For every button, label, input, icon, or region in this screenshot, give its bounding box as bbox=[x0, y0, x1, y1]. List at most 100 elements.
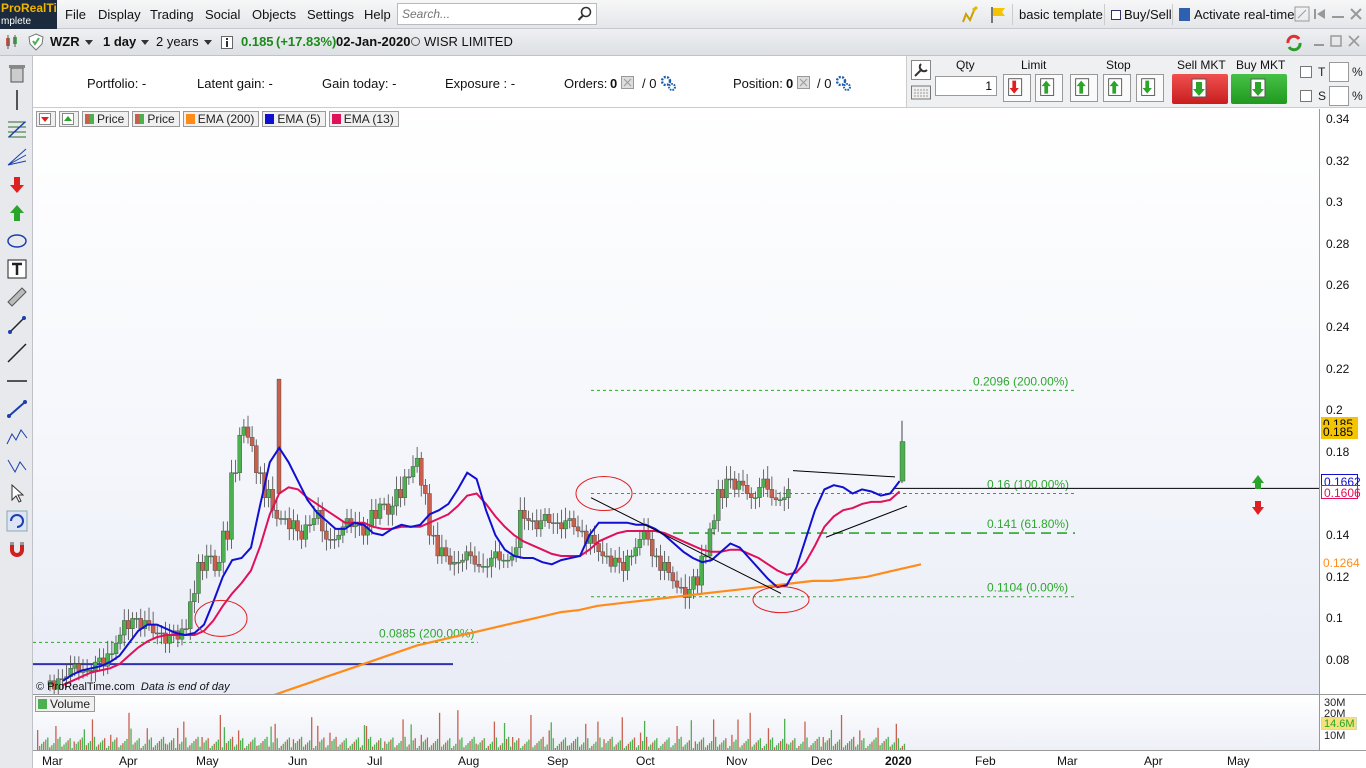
elliott-wave-icon[interactable] bbox=[6, 426, 28, 448]
pointer-icon[interactable] bbox=[6, 482, 28, 504]
channel-icon[interactable] bbox=[6, 398, 28, 420]
fan-icon[interactable] bbox=[6, 146, 28, 168]
buy-market-button[interactable] bbox=[1231, 74, 1287, 104]
drawing-pencil-icon[interactable] bbox=[960, 5, 980, 25]
legend-ema5[interactable]: EMA (5) bbox=[262, 111, 326, 127]
s-percent-input[interactable] bbox=[1329, 86, 1349, 106]
horizontal-line-icon[interactable] bbox=[6, 370, 28, 392]
price-axis[interactable]: 0.340.320.30.280.260.240.220.20.180.160.… bbox=[1319, 109, 1366, 694]
menu-display[interactable]: Display bbox=[98, 7, 141, 22]
candle-body bbox=[782, 497, 787, 500]
resize-icon[interactable] bbox=[1294, 6, 1310, 22]
segment-icon[interactable] bbox=[6, 314, 28, 336]
template-selector[interactable]: basic template bbox=[1012, 4, 1109, 25]
candle-body bbox=[196, 562, 201, 594]
t-percent-input[interactable] bbox=[1329, 62, 1349, 82]
x-tick: Jul bbox=[367, 754, 383, 768]
volume-bar bbox=[457, 710, 459, 751]
collapse-down-button[interactable] bbox=[36, 111, 56, 127]
shield-icon[interactable] bbox=[28, 33, 44, 51]
position-close-icon[interactable] bbox=[797, 76, 810, 89]
candle-body bbox=[608, 555, 614, 567]
legend-ema200[interactable]: EMA (200) bbox=[182, 111, 260, 127]
menu-trading[interactable]: Trading bbox=[150, 7, 194, 22]
search-input[interactable] bbox=[397, 3, 597, 25]
position-total: / 0 bbox=[817, 76, 832, 91]
orders-close-icon[interactable] bbox=[621, 76, 634, 89]
candle-body bbox=[208, 555, 214, 558]
volume-bar bbox=[323, 737, 325, 751]
fibonacci-icon[interactable] bbox=[6, 118, 28, 140]
search-icon[interactable] bbox=[577, 6, 593, 22]
legend-volume[interactable]: Volume bbox=[35, 696, 96, 712]
text-icon[interactable] bbox=[6, 258, 28, 280]
magnet-icon[interactable] bbox=[6, 538, 28, 560]
stop-button-2[interactable] bbox=[1103, 74, 1131, 102]
period-selector[interactable]: 1 day bbox=[103, 34, 150, 49]
info-icon[interactable] bbox=[221, 36, 233, 49]
vertical-line-icon[interactable] bbox=[6, 89, 28, 111]
collapse-up-button[interactable] bbox=[59, 111, 79, 127]
ellipse-icon[interactable] bbox=[6, 230, 28, 252]
volume-bar bbox=[91, 719, 94, 751]
volume-bar bbox=[426, 737, 429, 751]
x-tick: Feb bbox=[975, 754, 996, 768]
candle-body bbox=[625, 555, 630, 571]
ticker-selector[interactable]: WZR bbox=[50, 34, 93, 49]
range-selector[interactable]: 2 years bbox=[156, 34, 212, 49]
time-axis[interactable]: Mar Apr May Jun Jul Aug Sep Oct Nov Dec 2020 Feb Mar… bbox=[33, 750, 1366, 768]
keyboard-icon[interactable] bbox=[911, 84, 931, 102]
candle-body bbox=[563, 520, 568, 530]
s-checkbox[interactable] bbox=[1300, 90, 1312, 102]
menu-social[interactable]: Social bbox=[205, 7, 240, 22]
menu-objects[interactable]: Objects bbox=[252, 7, 296, 22]
stop-button-1[interactable] bbox=[1070, 74, 1098, 102]
limit-buy-button[interactable] bbox=[1035, 74, 1063, 102]
volume-bar bbox=[410, 724, 412, 751]
qty-input[interactable] bbox=[935, 76, 997, 96]
chart-close-icon[interactable] bbox=[1348, 35, 1360, 47]
orders-settings-icon[interactable] bbox=[660, 75, 676, 91]
sell-market-button[interactable] bbox=[1172, 74, 1228, 104]
stop-button-3[interactable] bbox=[1136, 74, 1164, 102]
close-icon[interactable] bbox=[1349, 7, 1363, 21]
buy-arrow-icon[interactable] bbox=[6, 202, 28, 224]
flag-icon[interactable] bbox=[988, 5, 1008, 25]
candle-body bbox=[258, 472, 263, 474]
activate-realtime-button[interactable]: Activate real-time bbox=[1172, 4, 1300, 25]
prev-icon[interactable] bbox=[1313, 8, 1327, 20]
legend-price-1[interactable]: Price bbox=[82, 111, 130, 127]
minimize-icon[interactable] bbox=[1331, 8, 1345, 20]
menu-settings[interactable]: Settings bbox=[307, 7, 354, 22]
trend-line-icon[interactable] bbox=[6, 342, 28, 364]
price-chart[interactable]: 0.2096 (200.00%) 0.16 (100.00%) 0.141 (61.… bbox=[33, 109, 1319, 703]
trash-icon[interactable] bbox=[6, 62, 28, 84]
candle-body bbox=[567, 518, 572, 521]
volume-bar bbox=[335, 736, 337, 751]
buysell-toggle[interactable]: Buy/Sell bbox=[1104, 4, 1178, 25]
t-checkbox[interactable] bbox=[1300, 66, 1312, 78]
chart-minimize-icon[interactable] bbox=[1313, 37, 1325, 47]
s-label: S bbox=[1318, 89, 1327, 103]
position-settings-icon[interactable] bbox=[835, 75, 851, 91]
candle-body bbox=[278, 518, 284, 520]
abc-wave-icon[interactable] bbox=[6, 454, 28, 476]
refresh-icon[interactable] bbox=[1284, 33, 1304, 53]
limit-sell-button[interactable] bbox=[1003, 74, 1031, 102]
candle-body bbox=[757, 487, 762, 498]
candle-body bbox=[221, 530, 226, 563]
legend-price-2[interactable]: Price bbox=[132, 111, 180, 127]
candle-body bbox=[650, 539, 655, 557]
menu-help[interactable]: Help bbox=[364, 7, 391, 22]
rotate-icon[interactable] bbox=[6, 510, 28, 532]
wrench-icon[interactable] bbox=[911, 60, 931, 80]
candlestick-icon[interactable] bbox=[4, 34, 20, 50]
menu-file[interactable]: File bbox=[65, 7, 86, 22]
sell-arrow-icon[interactable] bbox=[6, 174, 28, 196]
ruler-icon[interactable] bbox=[6, 286, 28, 308]
candle-body bbox=[295, 520, 300, 532]
legend-ema13[interactable]: EMA (13) bbox=[328, 111, 399, 127]
candle-body bbox=[497, 551, 502, 561]
volume-bar bbox=[83, 729, 85, 751]
chart-maximize-icon[interactable] bbox=[1330, 35, 1342, 47]
